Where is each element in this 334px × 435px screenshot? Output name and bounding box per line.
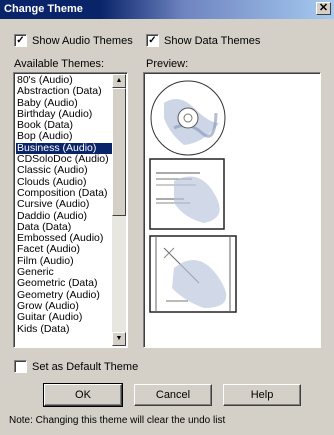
- help-button[interactable]: Help: [223, 384, 301, 406]
- show-data-themes-checkbox[interactable]: ✓ Show Data Themes: [146, 34, 260, 47]
- ok-button[interactable]: OK: [43, 383, 123, 407]
- theme-preview-image: [149, 80, 237, 313]
- show-audio-checkbox-box[interactable]: ✓: [14, 34, 27, 47]
- insert-preview: [149, 158, 225, 230]
- title-bar: Change Theme ✕: [0, 0, 334, 19]
- set-default-theme-checkbox[interactable]: Set as Default Theme: [14, 360, 138, 373]
- close-button[interactable]: ✕: [316, 2, 331, 15]
- theme-list-item[interactable]: Abstraction (Data): [16, 85, 114, 97]
- cd-label-preview: [150, 80, 226, 156]
- window-title: Change Theme: [4, 3, 83, 15]
- themes-list: 80's (Audio) Abstraction (Data) Baby (Audi…: [16, 74, 114, 335]
- theme-list-item[interactable]: Classic (Audio): [16, 165, 114, 177]
- show-data-label: Show Data Themes: [164, 34, 261, 47]
- scroll-down-icon[interactable]: ▼: [112, 332, 126, 346]
- theme-list-item[interactable]: Cursive (Audio): [16, 198, 114, 210]
- scroll-thumb[interactable]: [112, 88, 126, 216]
- theme-list-item[interactable]: Geometric (Data): [16, 278, 114, 290]
- note-text: Note: Changing this theme will clear the…: [9, 415, 226, 426]
- scroll-up-icon[interactable]: ▲: [112, 74, 126, 88]
- cancel-button[interactable]: Cancel: [134, 384, 212, 406]
- preview-label: Preview:: [146, 58, 189, 70]
- show-audio-label: Show Audio Themes: [32, 34, 133, 47]
- show-audio-themes-checkbox[interactable]: ✓ Show Audio Themes: [14, 34, 133, 47]
- set-default-label: Set as Default Theme: [32, 360, 139, 373]
- theme-list-item[interactable]: Kids (Data): [16, 323, 114, 335]
- theme-list-item[interactable]: Guitar (Audio): [16, 311, 114, 323]
- show-data-checkbox-box[interactable]: ✓: [146, 34, 159, 47]
- tray-preview: [149, 235, 237, 313]
- preview-pane: [143, 72, 321, 348]
- available-themes-label: Available Themes:: [14, 58, 105, 70]
- themes-scrollbar[interactable]: ▲ ▼: [112, 74, 126, 346]
- themes-listbox[interactable]: 80's (Audio) Abstraction (Data) Baby (Audi…: [13, 72, 128, 348]
- set-default-checkbox-box[interactable]: [14, 360, 27, 373]
